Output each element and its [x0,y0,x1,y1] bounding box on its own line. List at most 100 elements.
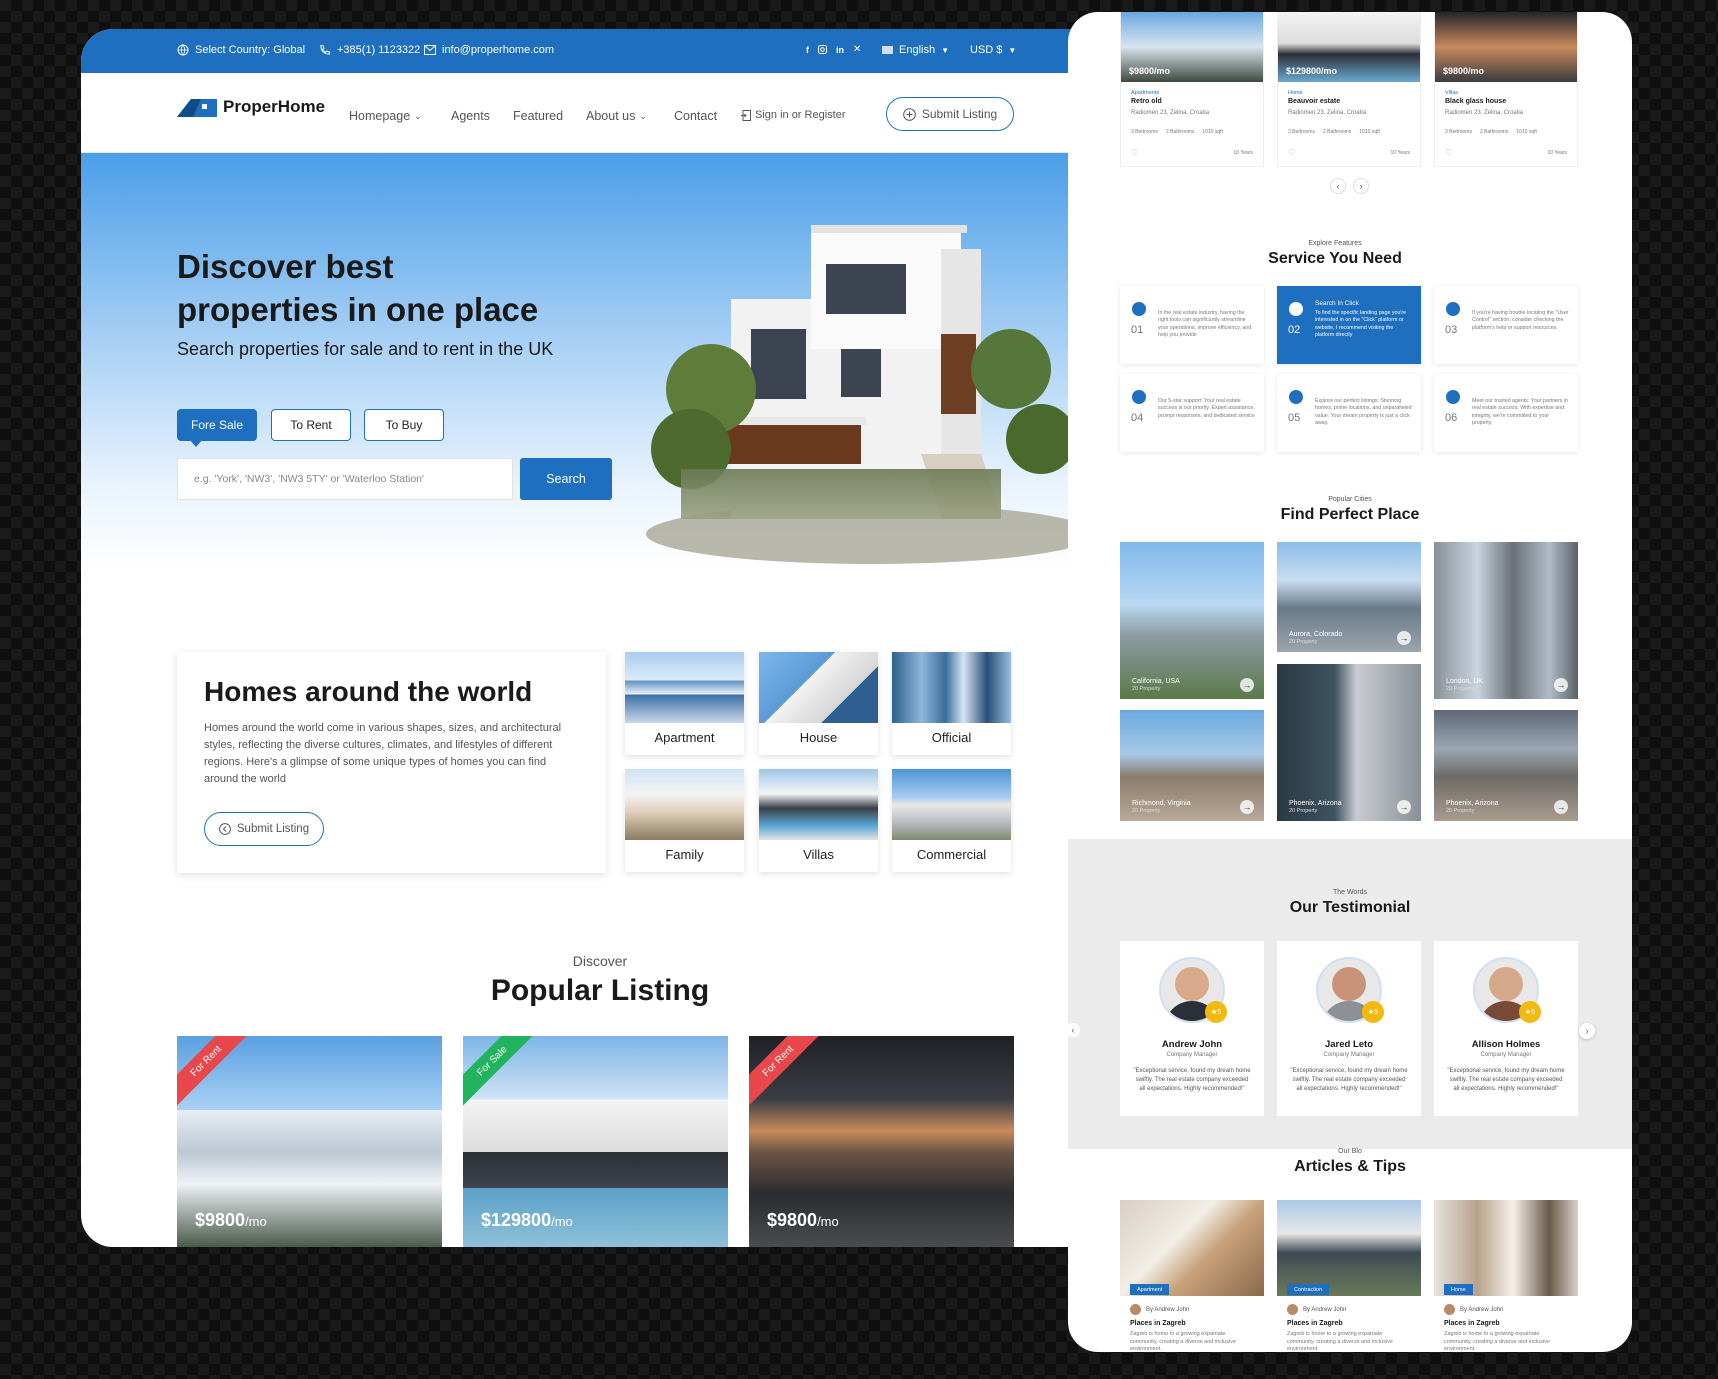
category-official[interactable]: Official [892,652,1011,755]
city-card[interactable]: California, USA 20 Property → [1120,542,1264,699]
search-input[interactable]: e.g. 'York', 'NW3', 'NW3 5TY' or 'Waterl… [177,458,513,500]
service-title: Search In Click [1315,300,1359,307]
login-icon [741,109,751,121]
nav-about[interactable]: About us ⌄ [586,109,647,123]
phone-link[interactable]: +385(1) 1123322 [319,44,420,56]
nav-agents[interactable]: Agents [451,109,490,123]
testimonial-quote: "Exceptional service, found my dream hom… [1290,1068,1408,1092]
tab-to-buy[interactable]: To Buy [364,409,444,441]
service-icon [1446,302,1460,316]
testimonial-kicker: The Words [1332,889,1368,896]
nav-homepage-label: Homepage [349,109,411,123]
linkedin-icon[interactable]: in [836,45,844,55]
service-text: Our 5-star support: Your real estate suc… [1158,398,1255,419]
service-icon [1289,390,1303,404]
service-card[interactable]: 03 If you're having trouble locating the … [1434,286,1578,364]
heart-icon[interactable]: ♡ [1131,148,1138,157]
city-name: London, UK [1446,678,1483,685]
category-villas[interactable]: Villas [759,769,878,872]
testimonial-title: Our Testimonial [1289,899,1411,916]
listing-card[interactable]: For Rent $9800/mo [177,1036,442,1247]
nav-contact[interactable]: Contact [674,109,717,123]
service-card[interactable]: 01 In the real estate industry, having th… [1120,286,1264,364]
service-card[interactable]: 05 Explore our perfect listings: Stunning… [1277,374,1421,452]
city-name: Aurora, Colorado [1289,631,1343,638]
article-image [1120,1200,1264,1296]
city-card[interactable]: London, UK 20 Property → [1434,542,1578,699]
city-count: 20 Property [1446,808,1475,814]
listing-card[interactable]: For Rent $9800/mo [749,1036,1014,1247]
chevron-down-icon: ▼ [941,45,949,55]
article-excerpt: Zagreb is home to a growing expatriate c… [1287,1331,1393,1352]
listing-card[interactable]: For Sale $129800/mo [463,1036,728,1247]
currency-selector[interactable]: USD $ ▼ [970,44,1016,56]
arrow-right-icon[interactable]: → [1554,678,1568,692]
articles-header: Our Blo Articles & Tips [1068,1148,1632,1176]
carousel-next-button[interactable]: › [1353,178,1369,194]
email-link[interactable]: info@properhome.com [424,44,554,56]
category-label: Family [665,847,704,862]
city-count: 20 Property [1289,808,1318,814]
article-card[interactable]: Apartment By Andrew John Places in Zagre… [1120,1200,1264,1352]
sign-in-link[interactable]: Sign in or Register [741,109,846,121]
article-card[interactable]: Home By Andrew John Places in Zagreb Zag… [1434,1200,1578,1352]
nav-featured[interactable]: Featured [513,109,563,123]
carousel-prev-button[interactable]: ‹ [1330,178,1346,194]
testimonial-name: Andrew John [1161,1039,1223,1050]
category-family[interactable]: Family [625,769,744,872]
article-badge: Home [1444,1284,1473,1295]
homes-submit-listing-button[interactable]: Submit Listing [204,812,324,846]
category-commercial[interactable]: Commercial [892,769,1011,872]
instagram-icon[interactable] [818,45,827,54]
right-listing-card[interactable]: $9800/mo Apartments Retro old Radiomen 2… [1120,12,1264,167]
city-card[interactable]: Phoenix, Arizona 20 Property → [1434,710,1578,821]
mail-icon [424,45,436,55]
category-apartment[interactable]: Apartment [625,652,744,755]
testimonial-next-button[interactable]: › [1579,1023,1595,1039]
article-card[interactable]: Contraction By Andrew John Places in Zag… [1277,1200,1421,1352]
logo[interactable]: ProperHome [177,95,325,117]
arrow-right-icon[interactable]: → [1554,800,1568,814]
right-listing-card[interactable]: $9800/mo Villas Black glass house Radiom… [1434,12,1578,167]
city-card[interactable]: Richmond, Virginia 20 Property → [1120,710,1264,821]
arrow-right-icon[interactable]: → [1397,631,1411,645]
right-listing-card[interactable]: $129800/mo Home Beauvoir estate Radiomen… [1277,12,1421,167]
arrow-right-icon[interactable]: → [1240,678,1254,692]
listing-features: 3 Bedrooms 2 Bathrooms 1010 sqft [1288,129,1380,135]
listing-price: $9800/mo [1129,66,1171,76]
city-card[interactable]: Aurora, Colorado 20 Property → [1277,542,1421,652]
city-card[interactable]: Phoenix, Arizona 20 Property → [1277,664,1421,821]
social-links: f in ✕ [806,44,861,55]
listing-price: $9800/mo [195,1210,267,1230]
category-house[interactable]: House [759,652,878,755]
city-name: California, USA [1132,678,1180,685]
sign-in-label: Sign in or Register [755,109,846,121]
facebook-icon[interactable]: f [806,45,809,55]
language-selector[interactable]: English ▼ [882,44,949,56]
x-icon[interactable]: ✕ [853,44,861,55]
category-label: Official [931,730,972,745]
email-address: info@properhome.com [442,44,555,56]
service-card-active[interactable]: 02 Search In Click To find the specific la… [1277,286,1421,364]
article-title: Places in Zagreb [1287,1320,1343,1327]
arrow-right-icon[interactable]: → [1397,800,1411,814]
city-count: 20 Property [1446,686,1475,692]
article-excerpt: Zagreb is home to a growing expatriate c… [1130,1331,1236,1352]
submit-listing-button[interactable]: Submit Listing [886,97,1014,131]
chevron-down-icon: ▼ [1008,45,1017,55]
service-card[interactable]: 06 Meet our trusted agents: Your partners… [1434,374,1578,452]
heart-icon[interactable]: ♡ [1288,148,1295,157]
heart-icon[interactable]: ♡ [1445,148,1452,157]
tab-for-sale[interactable]: Fore Sale [177,409,257,447]
author-avatar [1444,1304,1455,1315]
tab-to-rent[interactable]: To Rent [271,409,351,441]
service-card[interactable]: 04 Our 5-star support: Your real estate s… [1120,374,1264,452]
country-selector[interactable]: Select Country: Global [177,44,305,56]
listing-features: 3 Bedrooms 2 Bathrooms 1010 sqft [1131,129,1223,135]
city-name: Richmond, Virginia [1132,800,1191,807]
nav-homepage[interactable]: Homepage ⌄ [349,109,422,123]
services-header: Explore Features Service You Need [1068,240,1632,268]
arrow-right-icon[interactable]: → [1240,800,1254,814]
nav-about-label: About us [586,109,636,123]
search-button[interactable]: Search [520,458,612,500]
